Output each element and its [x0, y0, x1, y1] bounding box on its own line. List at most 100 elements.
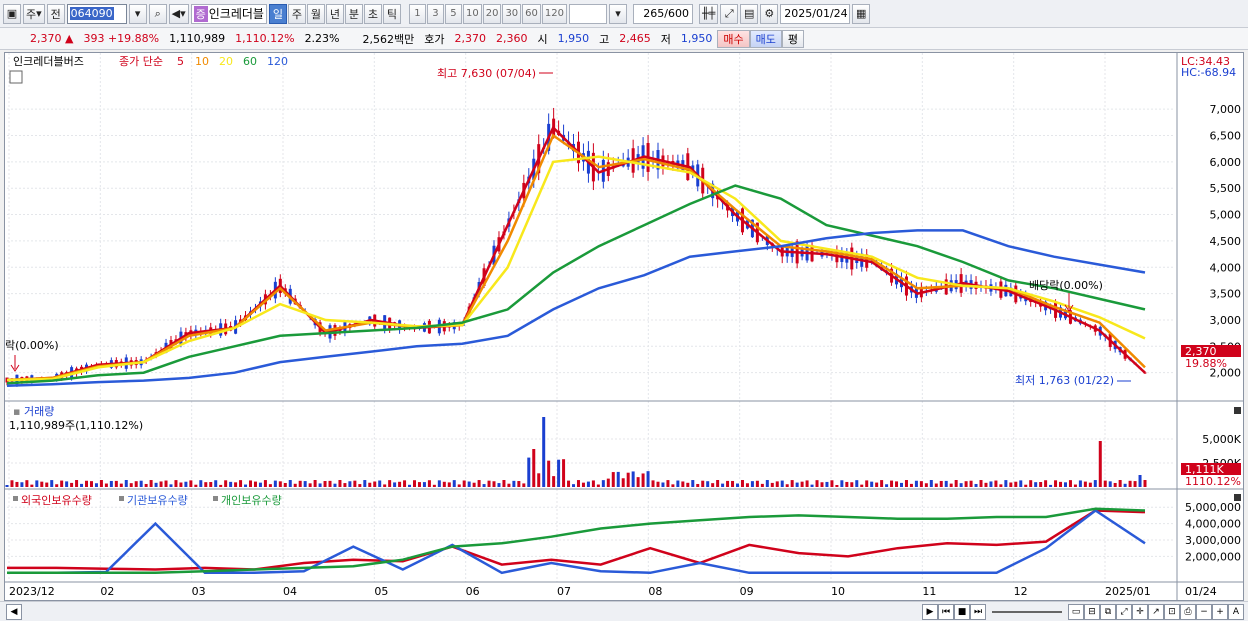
volume-bar	[398, 481, 402, 487]
ma-period-10: 10	[195, 55, 209, 68]
interval-tab-10[interactable]: 10	[462, 3, 482, 24]
volume-bar	[328, 480, 332, 487]
speaker-icon[interactable]: ◀▾	[168, 3, 189, 24]
interval-tab-30[interactable]: 30	[502, 3, 522, 24]
search-icon[interactable]: ⌕	[148, 3, 167, 24]
interval-tab-3[interactable]: 3	[426, 3, 444, 24]
code-input[interactable]: 064090	[66, 3, 127, 24]
ma-period-5: 5	[177, 55, 184, 68]
period-tab-0[interactable]: 일	[268, 3, 287, 24]
date-field[interactable]: 2025/01/24	[780, 3, 851, 24]
volume-bar	[567, 480, 571, 487]
calendar-icon[interactable]: ▦	[852, 3, 871, 24]
volume-bar	[94, 483, 98, 487]
stop-icon[interactable]: ■	[954, 603, 970, 620]
interval-dropdown-icon[interactable]: ▾	[609, 3, 627, 24]
period-tab-5[interactable]: 초	[363, 3, 382, 24]
split-icon[interactable]: ⊟	[1084, 603, 1100, 620]
period-tab-6[interactable]: 틱	[382, 3, 401, 24]
volume-bar	[219, 484, 223, 487]
volume-bar	[75, 480, 79, 487]
volume-bar	[472, 482, 476, 487]
count-field[interactable]: 265/600	[633, 3, 693, 24]
volume-bar	[467, 481, 471, 487]
holding-close-icon[interactable]	[1234, 494, 1241, 501]
interval-input[interactable]	[569, 3, 607, 24]
volume-bar	[621, 478, 625, 487]
lock-icon[interactable]: ⊡	[1164, 603, 1180, 620]
interval-tab-20[interactable]: 20	[482, 3, 502, 24]
market-select[interactable]: 주 ▾	[23, 3, 45, 24]
save-icon[interactable]: ▤	[740, 3, 759, 24]
volume-bar	[1034, 482, 1038, 487]
stock-name-field[interactable]: 증 인크레더블	[190, 3, 267, 24]
period-tab-1[interactable]: 주	[287, 3, 306, 24]
volume-bar	[378, 480, 382, 487]
holding-tick-label: 4,000,000	[1185, 518, 1241, 531]
period-tab-3[interactable]: 년	[325, 3, 344, 24]
volume-bar	[149, 480, 153, 487]
window-icon[interactable]: ▣	[3, 3, 21, 24]
candle-icon[interactable]: ╫╪	[699, 3, 719, 24]
eval-button[interactable]: 평	[781, 29, 804, 48]
interval-tab-1[interactable]: 1	[408, 3, 426, 24]
first-icon[interactable]: ⏮	[938, 603, 954, 620]
volume-bar	[547, 460, 551, 487]
volume-bar	[626, 472, 630, 487]
volume-bar	[870, 481, 874, 487]
buy-button[interactable]: 매수	[717, 29, 750, 48]
price-tick-label: 3,500	[1210, 288, 1242, 301]
volume-bar	[641, 473, 645, 487]
fit-icon[interactable]: ⤢	[1116, 603, 1132, 620]
prev-button[interactable]: 전	[46, 3, 65, 24]
volume-bar	[1093, 480, 1097, 487]
scroll-left-icon[interactable]: ◀	[6, 603, 22, 620]
volume-bar	[253, 481, 257, 487]
volume-bar	[303, 481, 307, 487]
volume-bar	[278, 481, 282, 487]
period-tab-2[interactable]: 월	[306, 3, 325, 24]
volume-bar	[358, 484, 362, 487]
code-dropdown-icon[interactable]: ▾	[128, 3, 147, 24]
zoom-in-icon[interactable]: +	[1212, 603, 1228, 620]
volume-pane-value: 1,110,989주(1,110.12%)	[9, 419, 143, 432]
table-icon[interactable]	[9, 70, 23, 84]
interval-tab-60[interactable]: 60	[522, 3, 541, 24]
period-tab-4[interactable]: 분	[344, 3, 363, 24]
volume-bar	[268, 484, 272, 487]
volume-bar	[666, 480, 670, 487]
volume-bar	[537, 473, 541, 487]
volume-close-icon[interactable]	[1234, 407, 1241, 414]
sell-button[interactable]: 매도	[749, 29, 782, 48]
chart-area[interactable]: 7,000 6,500 6,000 5,500 5,000 4,500 4,000 3,500…	[4, 52, 1244, 601]
volume-bar	[557, 459, 561, 487]
volume-bar	[437, 480, 441, 487]
volume-bar	[750, 481, 754, 487]
volume-bar	[969, 480, 973, 487]
volume-bar	[785, 484, 789, 487]
volume-bar	[711, 483, 715, 487]
interval-tab-120[interactable]: 120	[541, 3, 567, 24]
crosshair-icon[interactable]: ✛	[1132, 603, 1148, 620]
draw-icon[interactable]: ↗	[1148, 603, 1164, 620]
amount-value: 2,562백만	[362, 32, 415, 46]
font-icon[interactable]: A	[1228, 603, 1244, 620]
volume-bar	[984, 482, 988, 487]
volume-bar	[343, 483, 347, 487]
last-icon[interactable]: ⏭	[970, 603, 986, 620]
layout-icon[interactable]: ▭	[1068, 603, 1084, 620]
interval-tab-5[interactable]: 5	[444, 3, 462, 24]
copy-icon[interactable]: ⧉	[1100, 603, 1116, 620]
zoom-out-icon[interactable]: −	[1196, 603, 1212, 620]
gear-icon[interactable]: ⚙	[760, 3, 779, 24]
volume-bar	[572, 484, 576, 487]
print-icon[interactable]: ⎙	[1180, 603, 1196, 620]
volume-bar	[805, 480, 809, 487]
volume-bar	[194, 484, 198, 487]
period-tabs: 일주월년분초틱	[268, 3, 401, 24]
expand-icon[interactable]: ⤢	[720, 3, 739, 24]
zoom-slider[interactable]	[992, 610, 1062, 613]
volume-bar	[800, 481, 804, 487]
scroll-right-icon[interactable]: ▶	[922, 603, 938, 620]
volume-bar	[860, 484, 864, 487]
